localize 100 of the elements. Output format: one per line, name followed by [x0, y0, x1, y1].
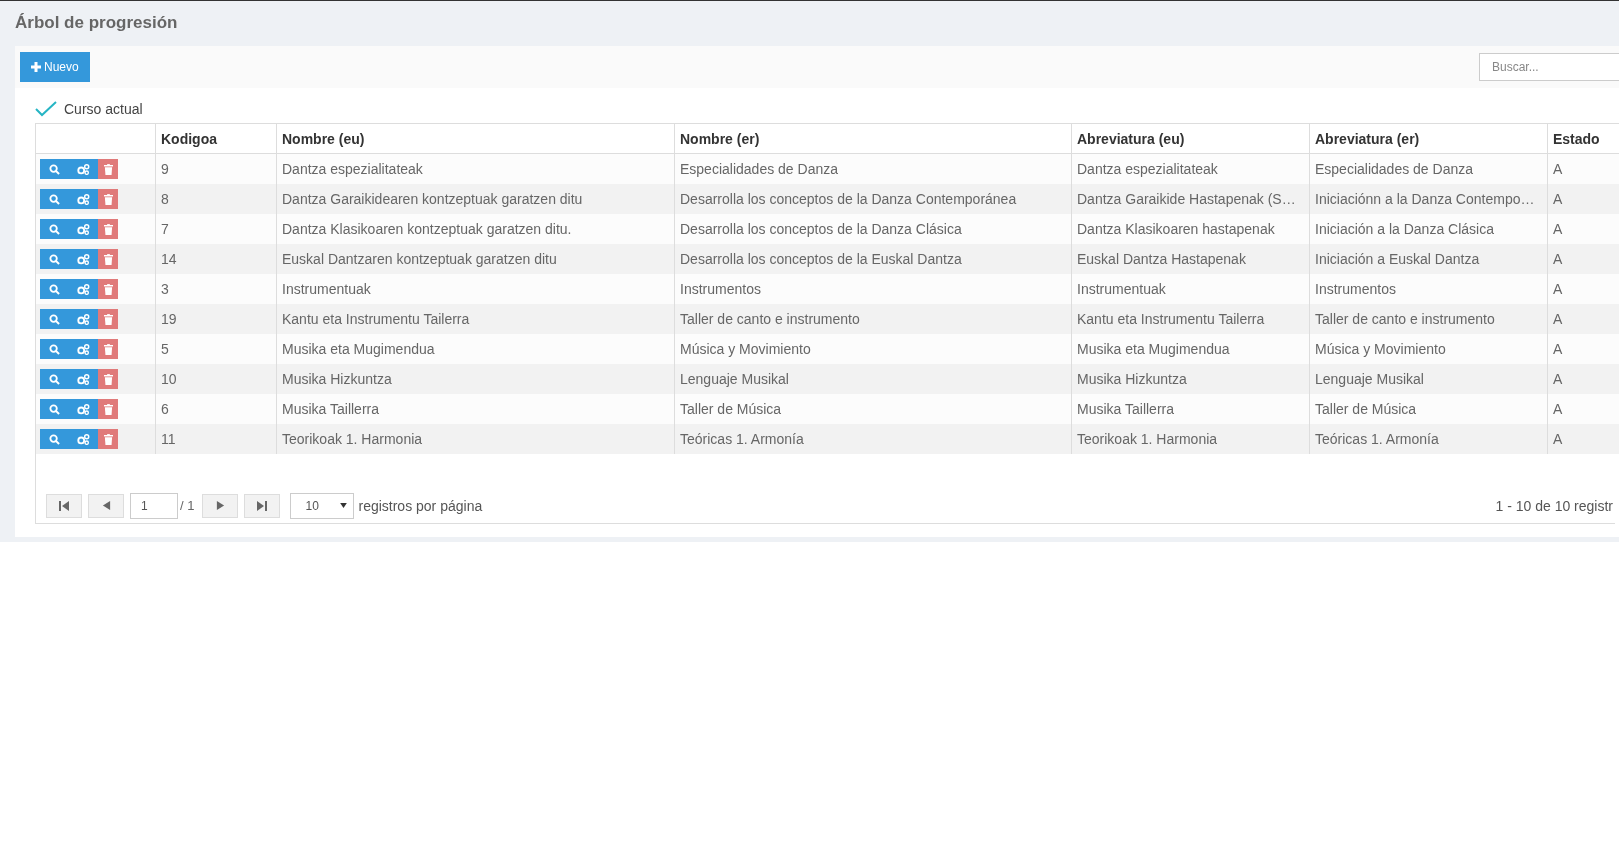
view-button[interactable]: [40, 219, 69, 239]
table-cell: Instrumentos: [1315, 281, 1396, 297]
trash-icon: [103, 313, 113, 325]
settings-button[interactable]: [69, 279, 98, 299]
delete-button[interactable]: [98, 369, 118, 389]
trash-icon: [103, 373, 113, 385]
settings-button[interactable]: [69, 399, 98, 419]
table-cell: A: [1553, 221, 1563, 237]
last-page-icon: [256, 499, 269, 512]
table-cell: Musika Hizkuntza: [282, 371, 392, 387]
table-cell: Taller de Música: [1315, 401, 1417, 417]
table-cell: Especialidades de Danza: [1315, 161, 1473, 177]
search-icon: [49, 343, 60, 355]
view-button[interactable]: [40, 339, 69, 359]
next-page-button[interactable]: [202, 493, 239, 518]
table-cell: 5: [161, 341, 169, 357]
table-cell: Musika eta Mugimendua: [282, 341, 435, 357]
delete-button[interactable]: [98, 189, 118, 209]
settings-button[interactable]: [69, 189, 98, 209]
table-cell: Dantza Garaikidearen kontzeptuak garatzen ditu: [282, 191, 583, 207]
page-count: / 1: [180, 498, 195, 513]
delete-button[interactable]: [98, 279, 118, 299]
view-button[interactable]: [40, 429, 69, 449]
gears-icon: [77, 373, 90, 385]
view-button[interactable]: [40, 249, 69, 269]
first-page-button[interactable]: [46, 493, 82, 518]
settings-button[interactable]: [69, 309, 98, 329]
table-cell: Taller de canto e instrumento: [1315, 311, 1495, 327]
table-cell: Musika Taillerra: [282, 401, 379, 417]
search-icon: [49, 403, 60, 415]
column-header: Nombre (eu): [282, 130, 365, 147]
table-cell: Lenguaje Musikal: [680, 371, 789, 387]
table-cell: Teorikoak 1. Harmonia: [282, 431, 423, 447]
delete-button[interactable]: [98, 429, 118, 449]
trash-icon: [103, 253, 113, 265]
settings-button[interactable]: [69, 429, 98, 449]
table-cell: Especialidades de Danza: [680, 161, 838, 177]
table-cell: Taller de canto e instrumento: [680, 311, 860, 327]
delete-button[interactable]: [98, 309, 118, 329]
settings-button[interactable]: [69, 369, 98, 389]
settings-button[interactable]: [69, 159, 98, 179]
table-cell: Musika Taillerra: [1077, 401, 1174, 417]
table-cell: Euskal Dantzaren kontzeptuak garatzen ditu: [282, 251, 557, 267]
last-page-button[interactable]: [244, 493, 281, 518]
column-header: Abreviatura (er): [1315, 130, 1420, 147]
view-button[interactable]: [40, 399, 69, 419]
per-page-label: registros por página: [358, 497, 483, 514]
filter-label: Curso actual: [64, 101, 143, 117]
dropdown-caret-icon: [340, 503, 348, 508]
column-header: Kodigoa: [161, 130, 217, 147]
view-button[interactable]: [40, 159, 69, 179]
settings-button[interactable]: [69, 219, 98, 239]
delete-button[interactable]: [98, 399, 118, 419]
table-cell: Iniciación a la Danza Clásica: [1315, 221, 1494, 237]
previous-page-button[interactable]: [88, 493, 124, 518]
trash-icon: [103, 283, 113, 295]
page-title: Árbol de progresión: [15, 13, 178, 32]
per-page-select[interactable]: 10: [290, 492, 355, 519]
search-icon: [49, 373, 60, 385]
trash-icon: [103, 193, 113, 205]
delete-button[interactable]: [98, 159, 118, 179]
check-icon[interactable]: [35, 101, 57, 117]
gears-icon: [77, 223, 90, 235]
table-cell: A: [1553, 431, 1563, 447]
table-cell: 3: [161, 281, 169, 297]
settings-button[interactable]: [69, 249, 98, 269]
search-field[interactable]: Buscar...: [1479, 53, 1619, 81]
table-cell: Kantu eta Instrumentu Tailerra: [1077, 311, 1265, 327]
search-icon: [49, 223, 60, 235]
table-cell: Dantza Klasikoaren hastapenak: [1077, 221, 1275, 237]
table-cell: Iniciación a Euskal Dantza: [1315, 251, 1480, 267]
gears-icon: [77, 283, 90, 295]
table-cell: A: [1553, 371, 1563, 387]
delete-button[interactable]: [98, 249, 118, 269]
trash-icon: [103, 163, 113, 175]
settings-button[interactable]: [69, 339, 98, 359]
table-cell: A: [1553, 251, 1563, 267]
view-button[interactable]: [40, 189, 69, 209]
view-button[interactable]: [40, 369, 69, 389]
gears-icon: [77, 193, 90, 205]
table-cell: 14: [161, 251, 177, 267]
view-button[interactable]: [40, 279, 69, 299]
table-cell: Lenguaje Musikal: [1315, 371, 1424, 387]
table-cell: Teóricas 1. Armonía: [1315, 431, 1439, 447]
table-cell: Desarrolla los conceptos de la Danza Contemporánea: [680, 191, 1017, 207]
trash-icon: [103, 433, 113, 445]
table-cell: A: [1553, 281, 1563, 297]
delete-button[interactable]: [98, 219, 118, 239]
table-cell: Música y Movimiento: [680, 341, 811, 357]
table-cell: Kantu eta Instrumentu Tailerra: [282, 311, 470, 327]
table-cell: 19: [161, 311, 177, 327]
gears-icon: [77, 403, 90, 415]
page-input[interactable]: 1: [130, 492, 178, 519]
trash-icon: [103, 343, 113, 355]
table-cell: Desarrolla los conceptos de la Danza Clásica: [680, 221, 962, 237]
delete-button[interactable]: [98, 339, 118, 359]
view-button[interactable]: [40, 309, 69, 329]
table-cell: A: [1553, 191, 1563, 207]
table-cell: Iniciaciónn a la Danza Contempo…: [1315, 191, 1535, 207]
column-header: Abreviatura (eu): [1077, 130, 1185, 147]
